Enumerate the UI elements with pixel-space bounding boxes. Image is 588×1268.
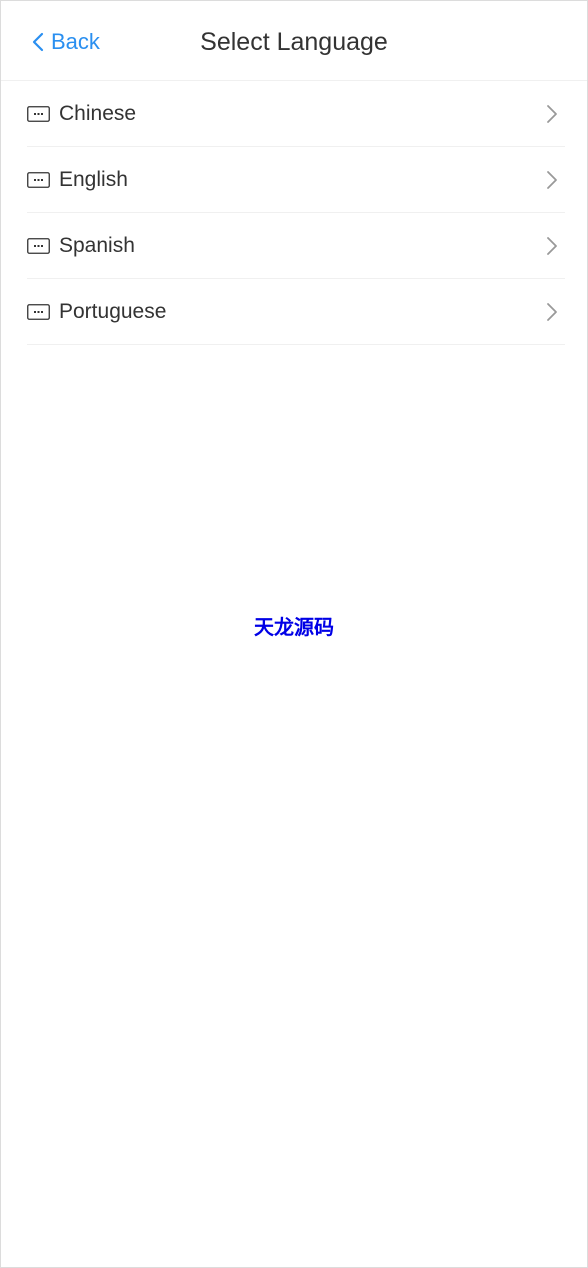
- language-item-chinese[interactable]: Chinese: [27, 81, 565, 147]
- language-screen: Back Select Language Chinese English Spa…: [0, 0, 588, 1268]
- language-label: Spanish: [59, 233, 135, 257]
- keyboard-icon: [27, 171, 50, 189]
- chevron-right-icon: [547, 236, 557, 255]
- keyboard-icon: [27, 237, 50, 255]
- chevron-right-icon: [547, 104, 557, 123]
- chevron-right-icon: [547, 302, 557, 321]
- chevron-right-icon: [547, 170, 557, 189]
- keyboard-icon: [27, 105, 50, 123]
- nav-bar: Back Select Language: [1, 1, 587, 81]
- language-item-portuguese[interactable]: Portuguese: [27, 279, 565, 345]
- watermark-text: 天龙源码: [254, 615, 334, 639]
- page-title: Select Language: [200, 28, 388, 56]
- language-label: Chinese: [59, 101, 137, 125]
- language-list: Chinese English Spanish Portuguese: [1, 81, 587, 345]
- language-item-spanish[interactable]: Spanish: [27, 213, 565, 279]
- language-label: Portuguese: [59, 299, 167, 323]
- language-item-english[interactable]: English: [27, 147, 565, 213]
- language-label: English: [59, 167, 128, 191]
- keyboard-icon: [27, 303, 50, 321]
